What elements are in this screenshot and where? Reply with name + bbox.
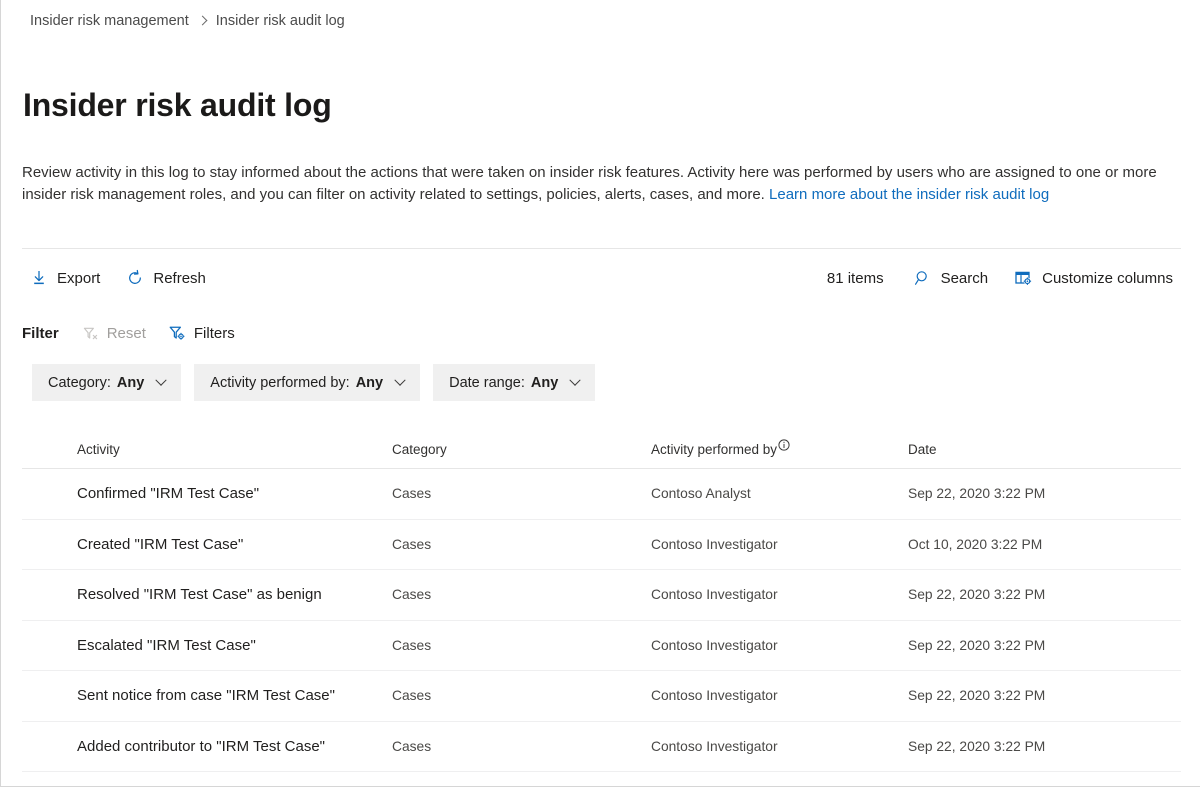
refresh-button[interactable]: Refresh — [118, 265, 214, 291]
funnel-clear-icon — [82, 325, 99, 342]
command-bar: Export Refresh 81 items — [22, 260, 1181, 296]
cell-category: Cases — [392, 587, 651, 602]
insider-risk-audit-log-page: Insider risk management Insider risk aud… — [0, 0, 1200, 787]
funnel-settings-icon — [168, 324, 186, 342]
cell-date: Oct 10, 2020 3:22 PM — [908, 537, 1126, 552]
filter-pill-activity-performed-by[interactable]: Activity performed by: Any — [194, 364, 420, 401]
export-label: Export — [57, 270, 100, 287]
customize-columns-label: Customize columns — [1042, 270, 1173, 287]
filter-pill-category[interactable]: Category: Any — [32, 364, 181, 401]
audit-log-table: Activity Category Activity performed by … — [22, 430, 1181, 772]
cell-date: Sep 22, 2020 3:22 PM — [908, 587, 1126, 602]
chevron-down-icon — [156, 374, 167, 385]
learn-more-link[interactable]: Learn more about the insider risk audit … — [769, 186, 1049, 203]
cell-date: Sep 22, 2020 3:22 PM — [908, 688, 1126, 703]
command-bar-right-group: 81 items Search — [827, 260, 1181, 296]
cell-activity: Confirmed "IRM Test Case" — [22, 485, 392, 502]
cell-category: Cases — [392, 638, 651, 653]
cell-category: Cases — [392, 537, 651, 552]
items-count: 81 items — [827, 270, 884, 287]
cell-performer: Contoso Investigator — [651, 688, 908, 703]
column-header-activity-performed-by-label: Activity performed by — [651, 442, 777, 457]
cell-performer: Contoso Investigator — [651, 587, 908, 602]
cell-performer: Contoso Analyst — [651, 486, 908, 501]
cell-category: Cases — [392, 739, 651, 754]
column-header-category[interactable]: Category — [392, 442, 651, 457]
filters-button[interactable]: Filters — [161, 321, 242, 345]
cell-activity: Sent notice from case "IRM Test Case" — [22, 687, 392, 704]
cell-performer: Contoso Investigator — [651, 739, 908, 754]
column-header-date[interactable]: Date — [908, 442, 1126, 457]
cell-performer: Contoso Investigator — [651, 638, 908, 653]
table-settings-icon — [1014, 269, 1033, 287]
search-icon — [914, 269, 932, 287]
page-title: Insider risk audit log — [23, 87, 332, 124]
page-description: Review activity in this log to stay info… — [22, 162, 1172, 205]
cell-date: Sep 22, 2020 3:22 PM — [908, 486, 1126, 501]
cell-date: Sep 22, 2020 3:22 PM — [908, 739, 1126, 754]
cell-performer: Contoso Investigator — [651, 537, 908, 552]
table-row[interactable]: Added contributor to "IRM Test Case" Cas… — [22, 722, 1181, 773]
filter-heading: Filter — [22, 325, 59, 342]
search-button[interactable]: Search — [906, 265, 997, 291]
toolbar-divider — [22, 248, 1181, 249]
refresh-label: Refresh — [153, 270, 206, 287]
table-row[interactable]: Escalated "IRM Test Case" Cases Contoso … — [22, 621, 1181, 672]
filter-bar: Filter Reset — [22, 318, 250, 348]
cell-activity: Added contributor to "IRM Test Case" — [22, 738, 392, 755]
chevron-right-icon — [197, 16, 207, 26]
filter-pill-date-range-value: Any — [531, 375, 558, 391]
refresh-icon — [126, 269, 144, 287]
filter-pill-date-range[interactable]: Date range: Any — [433, 364, 595, 401]
cell-category: Cases — [392, 688, 651, 703]
command-bar-left-group: Export Refresh — [22, 260, 224, 296]
filter-pill-activity-performed-by-label: Activity performed by: — [210, 375, 349, 391]
column-header-activity-performed-by[interactable]: Activity performed by — [651, 442, 908, 457]
chevron-down-icon — [570, 374, 581, 385]
breadcrumb: Insider risk management Insider risk aud… — [30, 13, 345, 29]
filters-label: Filters — [194, 325, 235, 342]
filter-pill-date-range-label: Date range: — [449, 375, 525, 391]
info-circle-icon[interactable] — [778, 439, 790, 451]
download-icon — [30, 269, 48, 287]
table-row[interactable]: Sent notice from case "IRM Test Case" Ca… — [22, 671, 1181, 722]
cell-date: Sep 22, 2020 3:22 PM — [908, 638, 1126, 653]
filter-pill-category-label: Category: — [48, 375, 111, 391]
filter-pill-activity-performed-by-value: Any — [356, 375, 383, 391]
search-label: Search — [941, 270, 989, 287]
cell-category: Cases — [392, 486, 651, 501]
cell-activity: Resolved "IRM Test Case" as benign — [22, 586, 392, 603]
breadcrumb-item-insider-risk-management[interactable]: Insider risk management — [30, 13, 189, 29]
table-row[interactable]: Resolved "IRM Test Case" as benign Cases… — [22, 570, 1181, 621]
table-row[interactable]: Confirmed "IRM Test Case" Cases Contoso … — [22, 469, 1181, 520]
export-button[interactable]: Export — [22, 265, 108, 291]
filter-pill-group: Category: Any Activity performed by: Any… — [32, 364, 608, 401]
chevron-down-icon — [394, 374, 405, 385]
filter-pill-category-value: Any — [117, 375, 144, 391]
breadcrumb-item-current: Insider risk audit log — [216, 13, 345, 29]
column-header-activity[interactable]: Activity — [22, 442, 392, 457]
table-row[interactable]: Created "IRM Test Case" Cases Contoso In… — [22, 520, 1181, 571]
reset-label: Reset — [107, 325, 146, 342]
cell-activity: Created "IRM Test Case" — [22, 536, 392, 553]
customize-columns-button[interactable]: Customize columns — [1006, 265, 1181, 291]
table-header-row: Activity Category Activity performed by … — [22, 430, 1181, 469]
reset-filters-button[interactable]: Reset — [75, 322, 153, 345]
cell-activity: Escalated "IRM Test Case" — [22, 637, 392, 654]
